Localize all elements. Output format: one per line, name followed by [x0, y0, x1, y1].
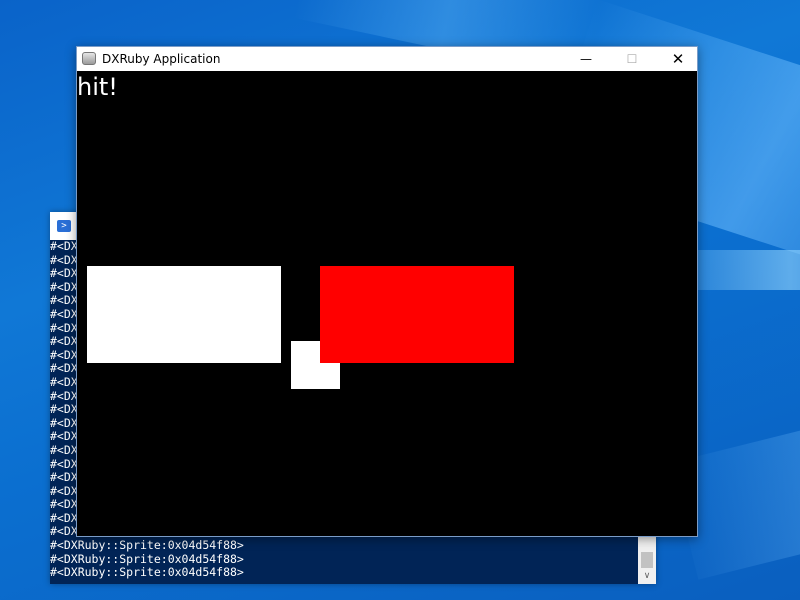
red-block: [320, 266, 514, 363]
desktop: > #<DX #<DX #<DX #<DX #<DX #<DX #<DX #<DX #<DX #<…: [0, 0, 800, 600]
dxruby-window[interactable]: DXRuby Application — ☐ ✕ hit!: [76, 46, 698, 537]
console-line: #<DXRuby::Sprite:0x04d54f88>: [50, 551, 244, 566]
window-title: DXRuby Application: [102, 52, 221, 66]
minimize-button[interactable]: —: [563, 47, 609, 71]
console-line: #<DXRuby::Sprite:0x04d54f88>: [50, 538, 244, 553]
app-icon: [82, 52, 96, 65]
window-titlebar[interactable]: DXRuby Application — ☐ ✕: [77, 47, 697, 71]
game-canvas[interactable]: hit!: [77, 71, 697, 536]
powershell-icon: >: [57, 220, 71, 232]
maximize-button[interactable]: ☐: [609, 47, 655, 71]
white-block-large: [87, 266, 281, 363]
close-button[interactable]: ✕: [655, 47, 701, 71]
hit-message: hit!: [77, 73, 118, 101]
scrollbar-thumb[interactable]: [641, 552, 653, 568]
console-line: #<DXRuby::Sprite:0x04d54f88>: [50, 565, 244, 580]
scroll-down-arrow-icon[interactable]: ∨: [638, 568, 656, 584]
